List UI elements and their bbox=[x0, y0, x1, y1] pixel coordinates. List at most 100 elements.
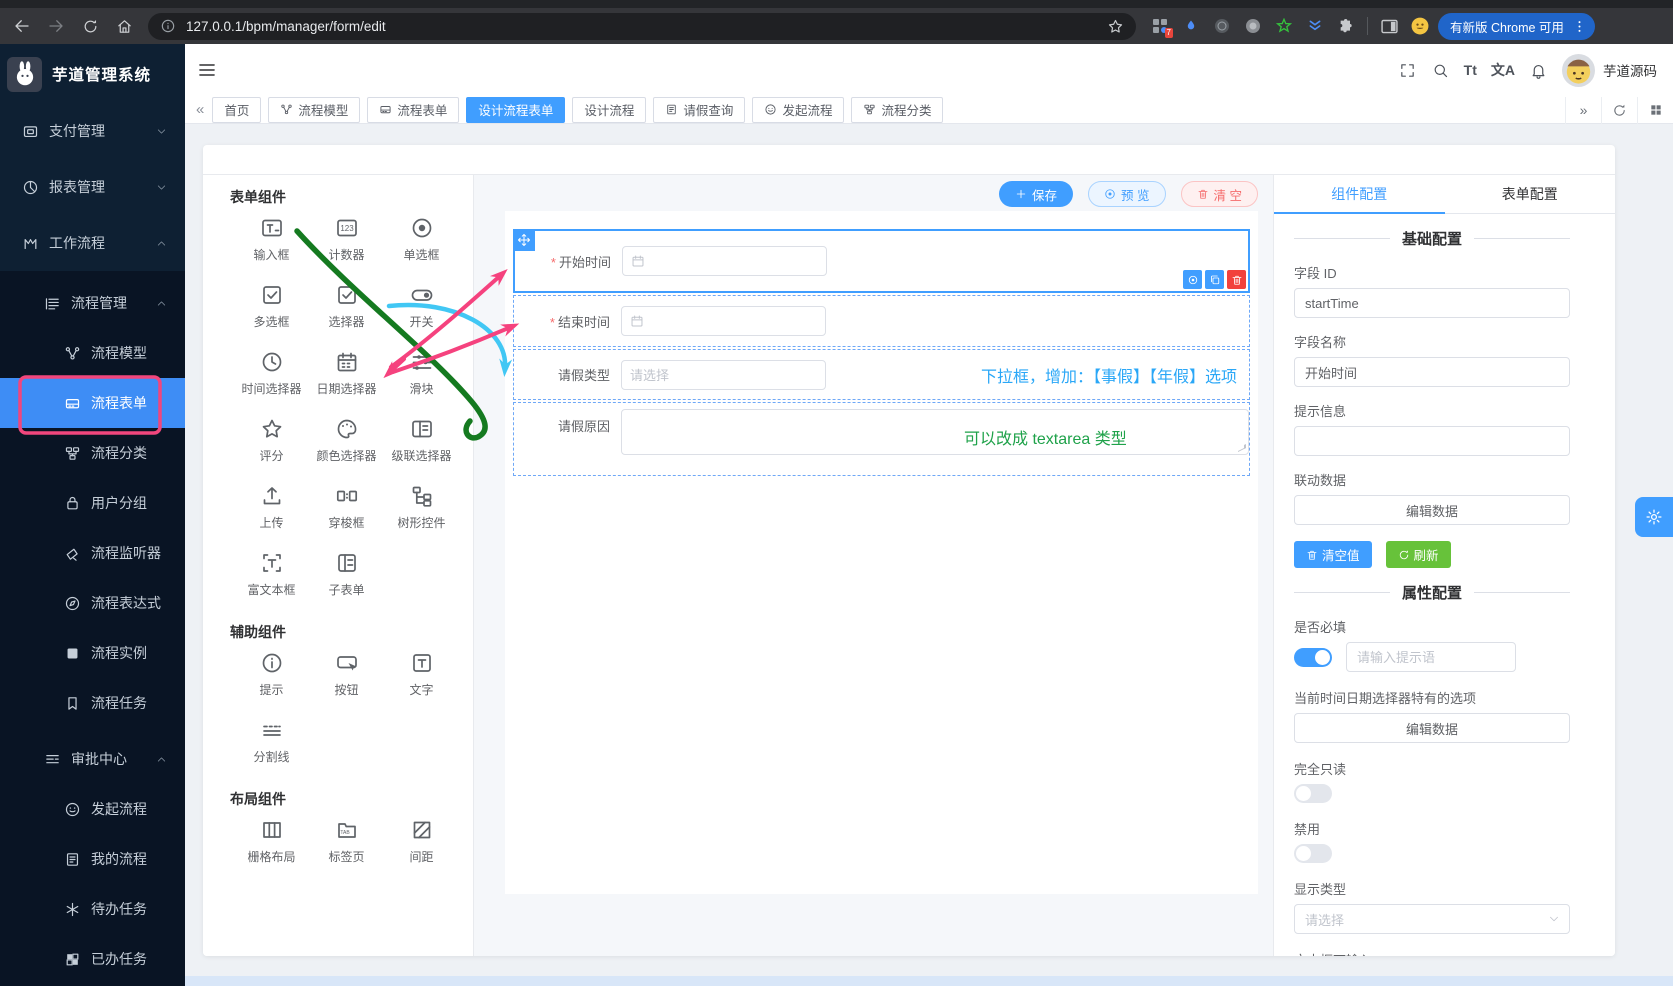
component-tabs[interactable]: 标签页 bbox=[309, 818, 384, 865]
chrome-update-button[interactable]: 有新版 Chrome 可用 bbox=[1438, 12, 1595, 40]
select-leave-type[interactable]: 请选择 bbox=[621, 359, 826, 390]
sidebar-item-process-expression[interactable]: 流程表达式 bbox=[0, 578, 185, 628]
edit-datetime-options-button[interactable]: 编辑数据 bbox=[1294, 713, 1570, 743]
component-tree[interactable]: 树形控件 bbox=[384, 484, 459, 531]
readonly-toggle[interactable] bbox=[1294, 784, 1332, 803]
form-canvas[interactable]: *开始时间 *结束时间 请假类型 请选择 下拉框，增加：【事假】【年假】选项 bbox=[505, 211, 1258, 894]
resize-grip[interactable] bbox=[1238, 444, 1246, 452]
sidebar-item-report[interactable]: 报表管理 bbox=[0, 159, 185, 215]
extension-star-icon[interactable] bbox=[1274, 16, 1294, 36]
browser-back-button[interactable] bbox=[10, 14, 34, 38]
browser-forward-button[interactable] bbox=[44, 14, 68, 38]
component-date-picker[interactable]: 日期选择器 bbox=[309, 350, 384, 397]
tip-info-input[interactable] bbox=[1294, 426, 1570, 456]
textarea-leave-reason[interactable] bbox=[621, 409, 1249, 455]
browser-menu-icon[interactable] bbox=[1572, 19, 1587, 34]
component-spacing[interactable]: 间距 bbox=[384, 818, 459, 865]
component-radio[interactable]: 单选框 bbox=[384, 216, 459, 263]
focus-field-button[interactable] bbox=[1183, 270, 1202, 289]
search-button[interactable] bbox=[1431, 61, 1450, 80]
tab-form-config[interactable]: 表单配置 bbox=[1445, 175, 1616, 213]
component-grid-layout[interactable]: 栅格布局 bbox=[234, 818, 309, 865]
extension-globe-icon[interactable] bbox=[1212, 16, 1232, 36]
sidebar-item-process-form[interactable]: 流程表单 bbox=[0, 378, 185, 428]
app-logo-row[interactable]: 芋道管理系统 bbox=[0, 44, 185, 96]
tab-start-process[interactable]: 发起流程 bbox=[752, 96, 845, 123]
component-tip[interactable]: 提示 bbox=[234, 651, 309, 698]
extension-circle-icon[interactable] bbox=[1243, 16, 1263, 36]
tabs-scroll-right[interactable]: » bbox=[1565, 96, 1601, 124]
component-richtext[interactable]: 富文本框 bbox=[234, 551, 309, 598]
notification-button[interactable] bbox=[1529, 61, 1548, 80]
tab-process-form[interactable]: 流程表单 bbox=[367, 96, 460, 123]
sidebar-item-process-task[interactable]: 流程任务 bbox=[0, 678, 185, 728]
extension-blocks-icon[interactable]: 7 bbox=[1150, 16, 1173, 38]
component-upload[interactable]: 上传 bbox=[234, 484, 309, 531]
refresh-value-button[interactable]: 刷新 bbox=[1385, 541, 1451, 568]
browser-reload-button[interactable] bbox=[78, 14, 102, 38]
user-avatar[interactable] bbox=[1562, 53, 1595, 87]
component-divider[interactable]: 分割线 bbox=[234, 718, 309, 765]
sidebar-item-payment[interactable]: 支付管理 bbox=[0, 103, 185, 159]
sidebar-item-process-model[interactable]: 流程模型 bbox=[0, 328, 185, 378]
component-checkbox[interactable]: 多选框 bbox=[234, 283, 309, 330]
profile-avatar-icon[interactable] bbox=[1410, 16, 1430, 36]
tabs-scroll-left[interactable]: « bbox=[196, 101, 204, 118]
sidebar-item-workflow[interactable]: 工作流程 bbox=[0, 215, 185, 271]
component-counter[interactable]: 计数器 bbox=[309, 216, 384, 263]
required-toggle[interactable] bbox=[1294, 647, 1332, 667]
form-row-start-time[interactable]: * 开始时间 bbox=[513, 229, 1250, 293]
component-transfer[interactable]: 穿梭框 bbox=[309, 484, 384, 531]
url-text[interactable]: 127.0.0.1/bpm/manager/form/edit bbox=[186, 19, 1107, 34]
user-name[interactable]: 芋道源码 bbox=[1603, 60, 1657, 80]
tab-home[interactable]: 首页 bbox=[212, 96, 262, 123]
tab-design-process[interactable]: 设计流程 bbox=[572, 96, 647, 123]
sidebar-item-todo-task[interactable]: 待办任务 bbox=[0, 884, 185, 934]
url-bar[interactable]: 127.0.0.1/bpm/manager/form/edit bbox=[148, 12, 1136, 40]
theme-settings-button[interactable] bbox=[1635, 497, 1673, 537]
clear-value-button[interactable]: 清空值 bbox=[1294, 541, 1372, 568]
font-size-button[interactable]: Tt bbox=[1464, 62, 1477, 78]
required-message-input[interactable] bbox=[1346, 642, 1516, 672]
component-rate[interactable]: 评分 bbox=[234, 417, 309, 464]
component-cascader[interactable]: 级联选择器 bbox=[384, 417, 459, 464]
form-row-leave-type[interactable]: 请假类型 请选择 下拉框，增加：【事假】【年假】选项 bbox=[513, 349, 1250, 400]
bookmark-star-icon[interactable] bbox=[1107, 18, 1124, 35]
extensions-puzzle-icon[interactable] bbox=[1336, 16, 1356, 36]
component-time-picker[interactable]: 时间选择器 bbox=[234, 350, 309, 397]
disabled-toggle[interactable] bbox=[1294, 844, 1332, 863]
save-button[interactable]: 保存 bbox=[999, 181, 1074, 207]
tab-component-config[interactable]: 组件配置 bbox=[1274, 175, 1445, 214]
tab-process-model[interactable]: 流程模型 bbox=[268, 96, 361, 123]
date-input-start-time[interactable] bbox=[622, 246, 827, 276]
tab-refresh-button[interactable] bbox=[1601, 96, 1637, 124]
extension-drop-icon[interactable] bbox=[1181, 16, 1201, 36]
language-button[interactable]: 文A bbox=[1491, 60, 1515, 80]
tab-process-category[interactable]: 流程分类 bbox=[851, 96, 944, 123]
sidebar-item-process-category[interactable]: 流程分类 bbox=[0, 428, 185, 478]
field-id-input[interactable] bbox=[1294, 288, 1570, 318]
sidebar-item-approval-center[interactable]: 审批中心 bbox=[0, 734, 185, 784]
browser-home-button[interactable] bbox=[112, 14, 136, 38]
copy-field-button[interactable] bbox=[1205, 270, 1224, 289]
component-input[interactable]: 输入框 bbox=[234, 216, 309, 263]
extension-chevrons-icon[interactable] bbox=[1305, 16, 1325, 36]
edit-linkage-data-button[interactable]: 编辑数据 bbox=[1294, 495, 1570, 525]
form-row-end-time[interactable]: * 结束时间 bbox=[513, 295, 1250, 347]
component-subform[interactable]: 子表单 bbox=[309, 551, 384, 598]
component-color-picker[interactable]: 颜色选择器 bbox=[309, 417, 384, 464]
component-select[interactable]: 选择器 bbox=[309, 283, 384, 330]
sidebar-item-start-process[interactable]: 发起流程 bbox=[0, 784, 185, 834]
drag-handle[interactable] bbox=[513, 229, 535, 251]
display-type-select[interactable]: 请选择 bbox=[1294, 904, 1570, 934]
delete-field-button[interactable] bbox=[1227, 270, 1246, 289]
form-row-leave-reason[interactable]: 请假原因 可以改成 textarea 类型 bbox=[513, 402, 1250, 476]
tab-layout-button[interactable] bbox=[1637, 96, 1673, 124]
sidebar-item-process-listener[interactable]: 流程监听器 bbox=[0, 528, 185, 578]
component-text[interactable]: 文字 bbox=[384, 651, 459, 698]
date-input-end-time[interactable] bbox=[621, 306, 826, 336]
site-info-icon[interactable] bbox=[160, 18, 176, 34]
sidebar-item-process-instance[interactable]: 流程实例 bbox=[0, 628, 185, 678]
component-slider[interactable]: 滑块 bbox=[384, 350, 459, 397]
preview-button[interactable]: 预 览 bbox=[1088, 181, 1166, 207]
